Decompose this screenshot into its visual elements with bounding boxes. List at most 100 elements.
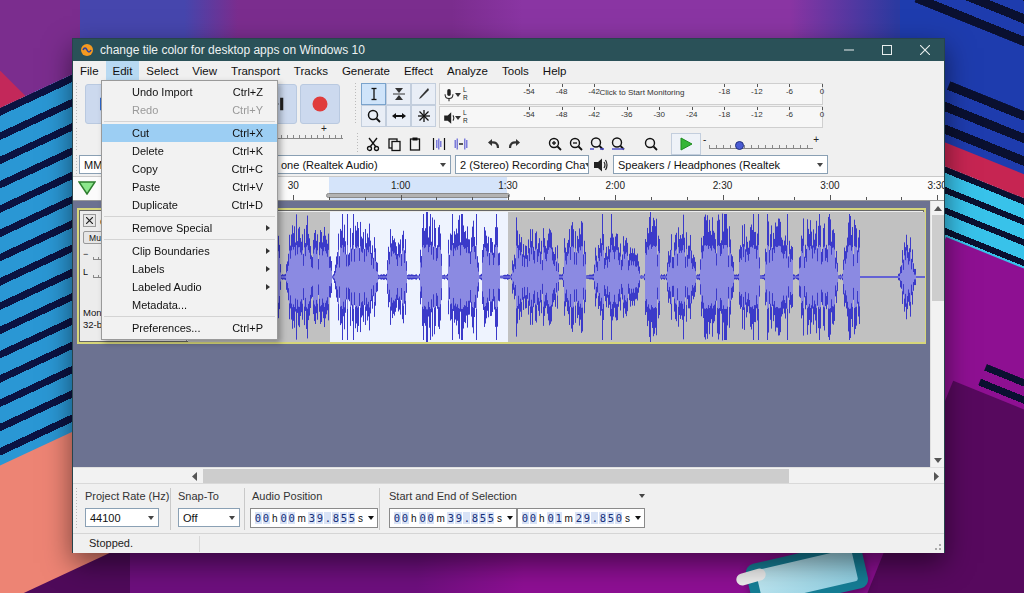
timeline-pin-icon[interactable] bbox=[78, 181, 96, 195]
menu-transport[interactable]: Transport bbox=[224, 61, 287, 80]
playback-device-dropdown[interactable]: Speakers / Headphones (Realtek bbox=[613, 155, 828, 174]
status-text: Stopped. bbox=[89, 537, 133, 549]
track-close-button[interactable] bbox=[83, 214, 96, 227]
bg-top-strip bbox=[60, 0, 950, 38]
zoom-in-button[interactable] bbox=[544, 133, 565, 154]
menu-item-paste[interactable]: PasteCtrl+V bbox=[102, 178, 277, 196]
speed-minus-label: - bbox=[703, 134, 706, 145]
snap-to-dropdown[interactable]: Off bbox=[178, 508, 240, 527]
trim-outside-button[interactable] bbox=[428, 133, 449, 154]
horizontal-scrollbar[interactable] bbox=[73, 467, 944, 483]
meter-microphone-icon bbox=[443, 88, 455, 102]
meter-speaker-icon bbox=[443, 111, 455, 125]
close-button[interactable] bbox=[906, 39, 944, 61]
menu-item-metadata[interactable]: Metadata... bbox=[102, 296, 277, 314]
selection-toolbar: Project Rate (Hz) 44100 Snap-To Off Audi… bbox=[73, 483, 944, 533]
menu-tracks[interactable]: Tracks bbox=[287, 61, 335, 80]
menu-separator bbox=[104, 121, 275, 122]
play-at-speed-button[interactable] bbox=[671, 133, 701, 155]
zoom-toggle-button[interactable] bbox=[640, 133, 661, 154]
menu-separator bbox=[104, 216, 275, 217]
audio-position-field[interactable]: 00h00m39.855s bbox=[250, 508, 378, 528]
timeline-label: 3:30 bbox=[927, 180, 944, 191]
menu-effect[interactable]: Effect bbox=[397, 61, 440, 80]
waveform[interactable] bbox=[188, 212, 925, 342]
scroll-up-arrow[interactable] bbox=[931, 201, 945, 215]
cut-button[interactable] bbox=[362, 133, 383, 154]
envelope-tool-button[interactable] bbox=[386, 83, 411, 105]
menu-item-labeled-audio[interactable]: Labeled Audio bbox=[102, 278, 277, 296]
speaker-icon bbox=[593, 157, 609, 173]
menu-item-redo[interactable]: RedoCtrl+Y bbox=[102, 101, 277, 119]
time-shift-tool-button[interactable] bbox=[386, 105, 411, 127]
menu-edit[interactable]: Edit bbox=[106, 61, 140, 80]
speed-slider-thumb[interactable] bbox=[735, 141, 744, 150]
vertical-scrollbar[interactable] bbox=[930, 201, 944, 467]
audacity-window: change tile color for desktop apps on Wi… bbox=[72, 38, 945, 553]
meter-dropdown-arrow bbox=[455, 116, 461, 120]
recording-channels-dropdown[interactable]: 2 (Stereo) Recording Cha bbox=[455, 155, 589, 174]
menu-separator bbox=[104, 239, 275, 240]
monitoring-message: Click to Start Monitoring bbox=[600, 88, 685, 97]
record-button[interactable] bbox=[300, 84, 340, 124]
menu-view[interactable]: View bbox=[185, 61, 224, 80]
playback-volume-plus: + bbox=[321, 123, 327, 134]
menu-item-labels[interactable]: Labels bbox=[102, 260, 277, 278]
timeline-label: 1:00 bbox=[391, 180, 410, 191]
menu-select[interactable]: Select bbox=[139, 61, 185, 80]
menu-item-undo-import[interactable]: Undo ImportCtrl+Z bbox=[102, 83, 277, 101]
menu-item-remove-special[interactable]: Remove Special bbox=[102, 219, 277, 237]
menu-separator bbox=[104, 316, 275, 317]
minimize-button[interactable] bbox=[830, 39, 868, 61]
selection-start-field[interactable]: 00h00m39.855s bbox=[389, 508, 517, 528]
snap-to-label: Snap-To bbox=[178, 490, 219, 502]
scroll-right-arrow[interactable] bbox=[928, 468, 944, 484]
title-bar[interactable]: change tile color for desktop apps on Wi… bbox=[73, 39, 944, 61]
menu-item-delete[interactable]: DeleteCtrl+K bbox=[102, 142, 277, 160]
draw-tool-button[interactable] bbox=[411, 83, 436, 105]
menu-analyze[interactable]: Analyze bbox=[440, 61, 495, 80]
resize-grip-icon[interactable] bbox=[932, 541, 942, 551]
undo-button[interactable] bbox=[482, 133, 503, 154]
maximize-button[interactable] bbox=[868, 39, 906, 61]
menu-help[interactable]: Help bbox=[536, 61, 574, 80]
window-title: change tile color for desktop apps on Wi… bbox=[100, 43, 365, 57]
edit-menu-dropdown: Undo ImportCtrl+ZRedoCtrl+Y CutCtrl+XDele… bbox=[101, 80, 278, 340]
menu-item-duplicate[interactable]: DuplicateCtrl+D bbox=[102, 196, 277, 214]
project-rate-dropdown[interactable]: 44100 bbox=[85, 508, 159, 527]
zoom-selection-button[interactable] bbox=[586, 133, 607, 154]
selection-end-field[interactable]: 00h01m29.850s bbox=[517, 508, 645, 528]
timeline-label: 30 bbox=[288, 180, 299, 191]
redo-button[interactable] bbox=[504, 133, 525, 154]
silence-button[interactable] bbox=[450, 133, 471, 154]
speed-plus-label: + bbox=[813, 134, 819, 145]
zoom-tool-button[interactable] bbox=[361, 105, 386, 127]
timeline-label: 1:30 bbox=[498, 180, 517, 191]
scroll-down-arrow[interactable] bbox=[931, 453, 945, 467]
copy-button[interactable] bbox=[383, 133, 404, 154]
scroll-left-arrow[interactable] bbox=[186, 468, 202, 484]
status-bar: Stopped. bbox=[73, 533, 944, 553]
menu-generate[interactable]: Generate bbox=[335, 61, 397, 80]
play-speed-slider[interactable]: - + bbox=[703, 133, 819, 155]
multi-tool-button[interactable] bbox=[411, 105, 436, 127]
project-rate-label: Project Rate (Hz) bbox=[85, 490, 169, 502]
playback-meter[interactable]: LR-54-48-42-36-30-24-18-12-60 bbox=[439, 106, 823, 128]
recording-meter[interactable]: LR-54-48-42-18-12-60Click to Start Monit… bbox=[439, 83, 823, 105]
timeline-label: 2:00 bbox=[606, 180, 625, 191]
zoom-out-button[interactable] bbox=[565, 133, 586, 154]
menu-item-preferences[interactable]: Preferences...Ctrl+P bbox=[102, 319, 277, 337]
timeline-quickplay-bar[interactable] bbox=[326, 193, 511, 198]
menu-item-cut[interactable]: CutCtrl+X bbox=[102, 124, 277, 142]
audio-position-label: Audio Position bbox=[252, 490, 322, 502]
menu-file[interactable]: File bbox=[73, 61, 106, 80]
zoom-fit-button[interactable] bbox=[607, 133, 628, 154]
meter-dropdown-arrow bbox=[455, 93, 461, 97]
menu-tools[interactable]: Tools bbox=[495, 61, 536, 80]
menu-item-clip-boundaries[interactable]: Clip Boundaries bbox=[102, 242, 277, 260]
selection-mode-dropdown[interactable]: Start and End of Selection bbox=[389, 488, 645, 504]
timeline-label: 3:00 bbox=[820, 180, 839, 191]
menu-item-copy[interactable]: CopyCtrl+C bbox=[102, 160, 277, 178]
paste-button[interactable] bbox=[404, 133, 425, 154]
selection-tool-button[interactable] bbox=[361, 83, 386, 105]
